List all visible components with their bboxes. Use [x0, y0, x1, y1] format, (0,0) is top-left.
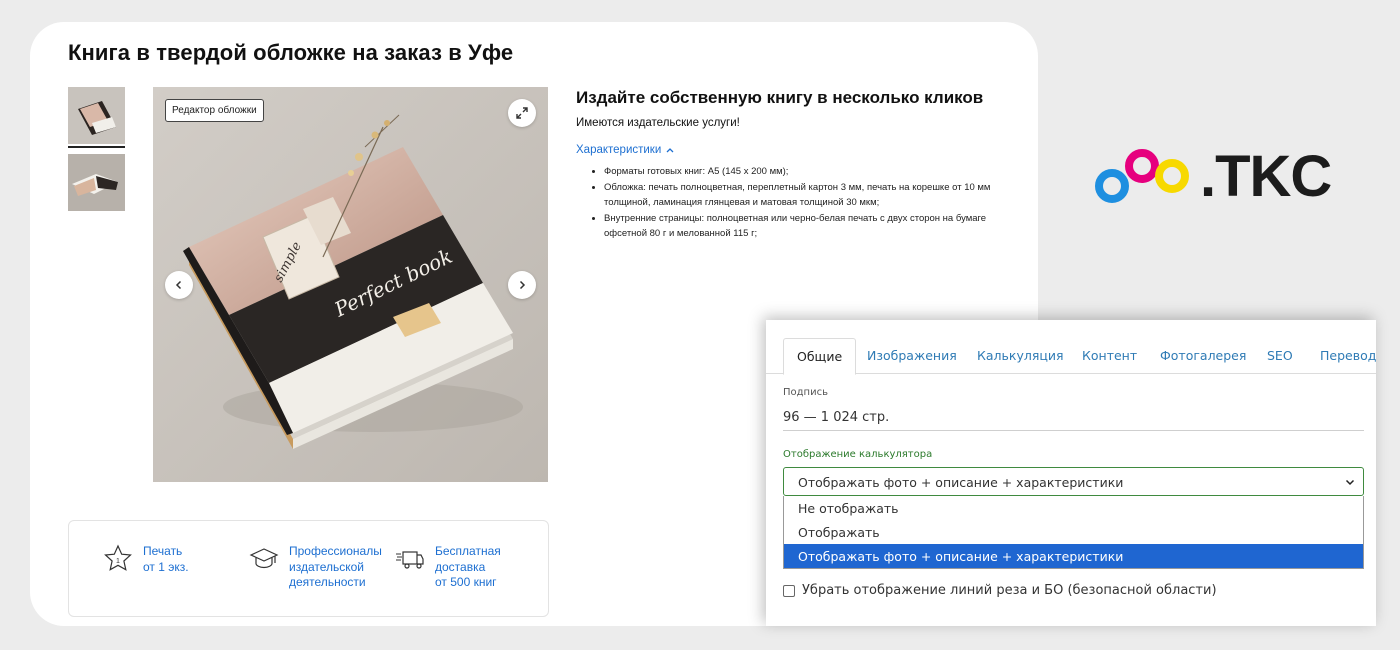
feature-delivery: Бесплатная доставка от 500 книг	[395, 544, 501, 591]
admin-panel: Общие Изображения Калькуляция Контент Фо…	[766, 320, 1376, 626]
feature-text: от 500 книг	[435, 575, 497, 589]
feature-text: издательской	[289, 559, 365, 574]
tab-gallery[interactable]: Фотогалерея	[1160, 348, 1246, 363]
signature-label: Подпись	[783, 387, 828, 398]
promo-subheading: Имеются издательские услуги!	[576, 117, 740, 129]
feature-text: доставка	[435, 559, 486, 574]
product-main-image[interactable]: Perfect book simple Редактор обложки	[153, 87, 548, 482]
signature-underline	[783, 430, 1364, 431]
promo-heading: Издайте собственную книгу в несколько кл…	[576, 88, 984, 107]
feature-text: деятельности	[289, 575, 366, 589]
expand-icon[interactable]	[508, 99, 536, 127]
chevron-down-icon	[1345, 479, 1355, 486]
tab-translation[interactable]: Перевод	[1320, 348, 1376, 363]
dropdown-option[interactable]: Отображать	[784, 520, 1363, 544]
thumbnail-2[interactable]	[68, 154, 125, 211]
star-icon: 1	[104, 544, 132, 571]
spec-item: Форматы готовых книг: А5 (145 х 200 мм);	[604, 164, 1026, 179]
cut-lines-checkbox-row[interactable]: Убрать отображение линий реза и БО (безо…	[783, 583, 1217, 598]
feature-print: 1 Печать от 1 экз.	[103, 544, 189, 575]
cut-lines-checkbox-label: Убрать отображение линий реза и БО (безо…	[802, 583, 1217, 598]
graduation-cap-icon	[249, 548, 279, 569]
chevron-up-icon	[667, 148, 674, 153]
specs-list: Форматы готовых книг: А5 (145 х 200 мм);…	[576, 164, 1026, 241]
specs-toggle[interactable]: Характеристики	[576, 144, 1026, 156]
tab-images[interactable]: Изображения	[867, 348, 957, 363]
next-arrow-icon[interactable]	[508, 271, 536, 299]
calc-display-value: Отображать фото + описание + характерист…	[798, 475, 1124, 490]
spec-item: Внутренние страницы: полноцветная или че…	[604, 211, 1026, 241]
feature-text: Профессионалы	[289, 544, 382, 558]
tab-seo[interactable]: SEO	[1267, 348, 1293, 363]
calc-display-dropdown: Не отображать Отображать Отображать фото…	[783, 496, 1364, 569]
tab-content[interactable]: Контент	[1082, 348, 1137, 363]
cover-editor-button[interactable]: Редактор обложки	[165, 99, 264, 122]
tab-general[interactable]: Общие	[783, 338, 857, 375]
feature-text: Печать	[143, 544, 183, 558]
product-info: Издайте собственную книгу в несколько кл…	[576, 88, 1026, 242]
delivery-truck-icon	[396, 551, 424, 569]
tab-calculation[interactable]: Калькуляция	[977, 348, 1064, 363]
feature-text: от 1 экз.	[143, 559, 189, 574]
calc-display-label: Отображение калькулятора	[783, 449, 933, 460]
prev-arrow-icon[interactable]	[165, 271, 193, 299]
dropdown-option-selected[interactable]: Отображать фото + описание + характерист…	[784, 544, 1363, 568]
spec-item: Обложка: печать полноцветная, переплетны…	[604, 180, 1026, 210]
feature-professionals: Профессионалы издательской деятельности	[249, 544, 382, 591]
tkc-logo-text: .TKC	[1200, 144, 1332, 209]
thumbnail-active-indicator	[68, 146, 125, 148]
signature-input[interactable]: 96 — 1 024 стр.	[783, 410, 889, 425]
feature-text: Бесплатная	[435, 544, 501, 558]
specs-toggle-label: Характеристики	[576, 144, 662, 156]
admin-tabs: Общие Изображения Калькуляция Контент Фо…	[766, 320, 1376, 375]
thumbnail-1[interactable]	[68, 87, 125, 144]
cut-lines-checkbox[interactable]	[783, 584, 795, 597]
features-panel: 1 Печать от 1 экз. Профессионалы издател…	[68, 520, 549, 617]
star-badge: 1	[116, 558, 120, 565]
calc-display-select[interactable]: Отображать фото + описание + характерист…	[783, 467, 1364, 496]
page-title: Книга в твердой обложке на заказ в Уфе	[68, 40, 514, 65]
dropdown-option[interactable]: Не отображать	[784, 496, 1363, 520]
